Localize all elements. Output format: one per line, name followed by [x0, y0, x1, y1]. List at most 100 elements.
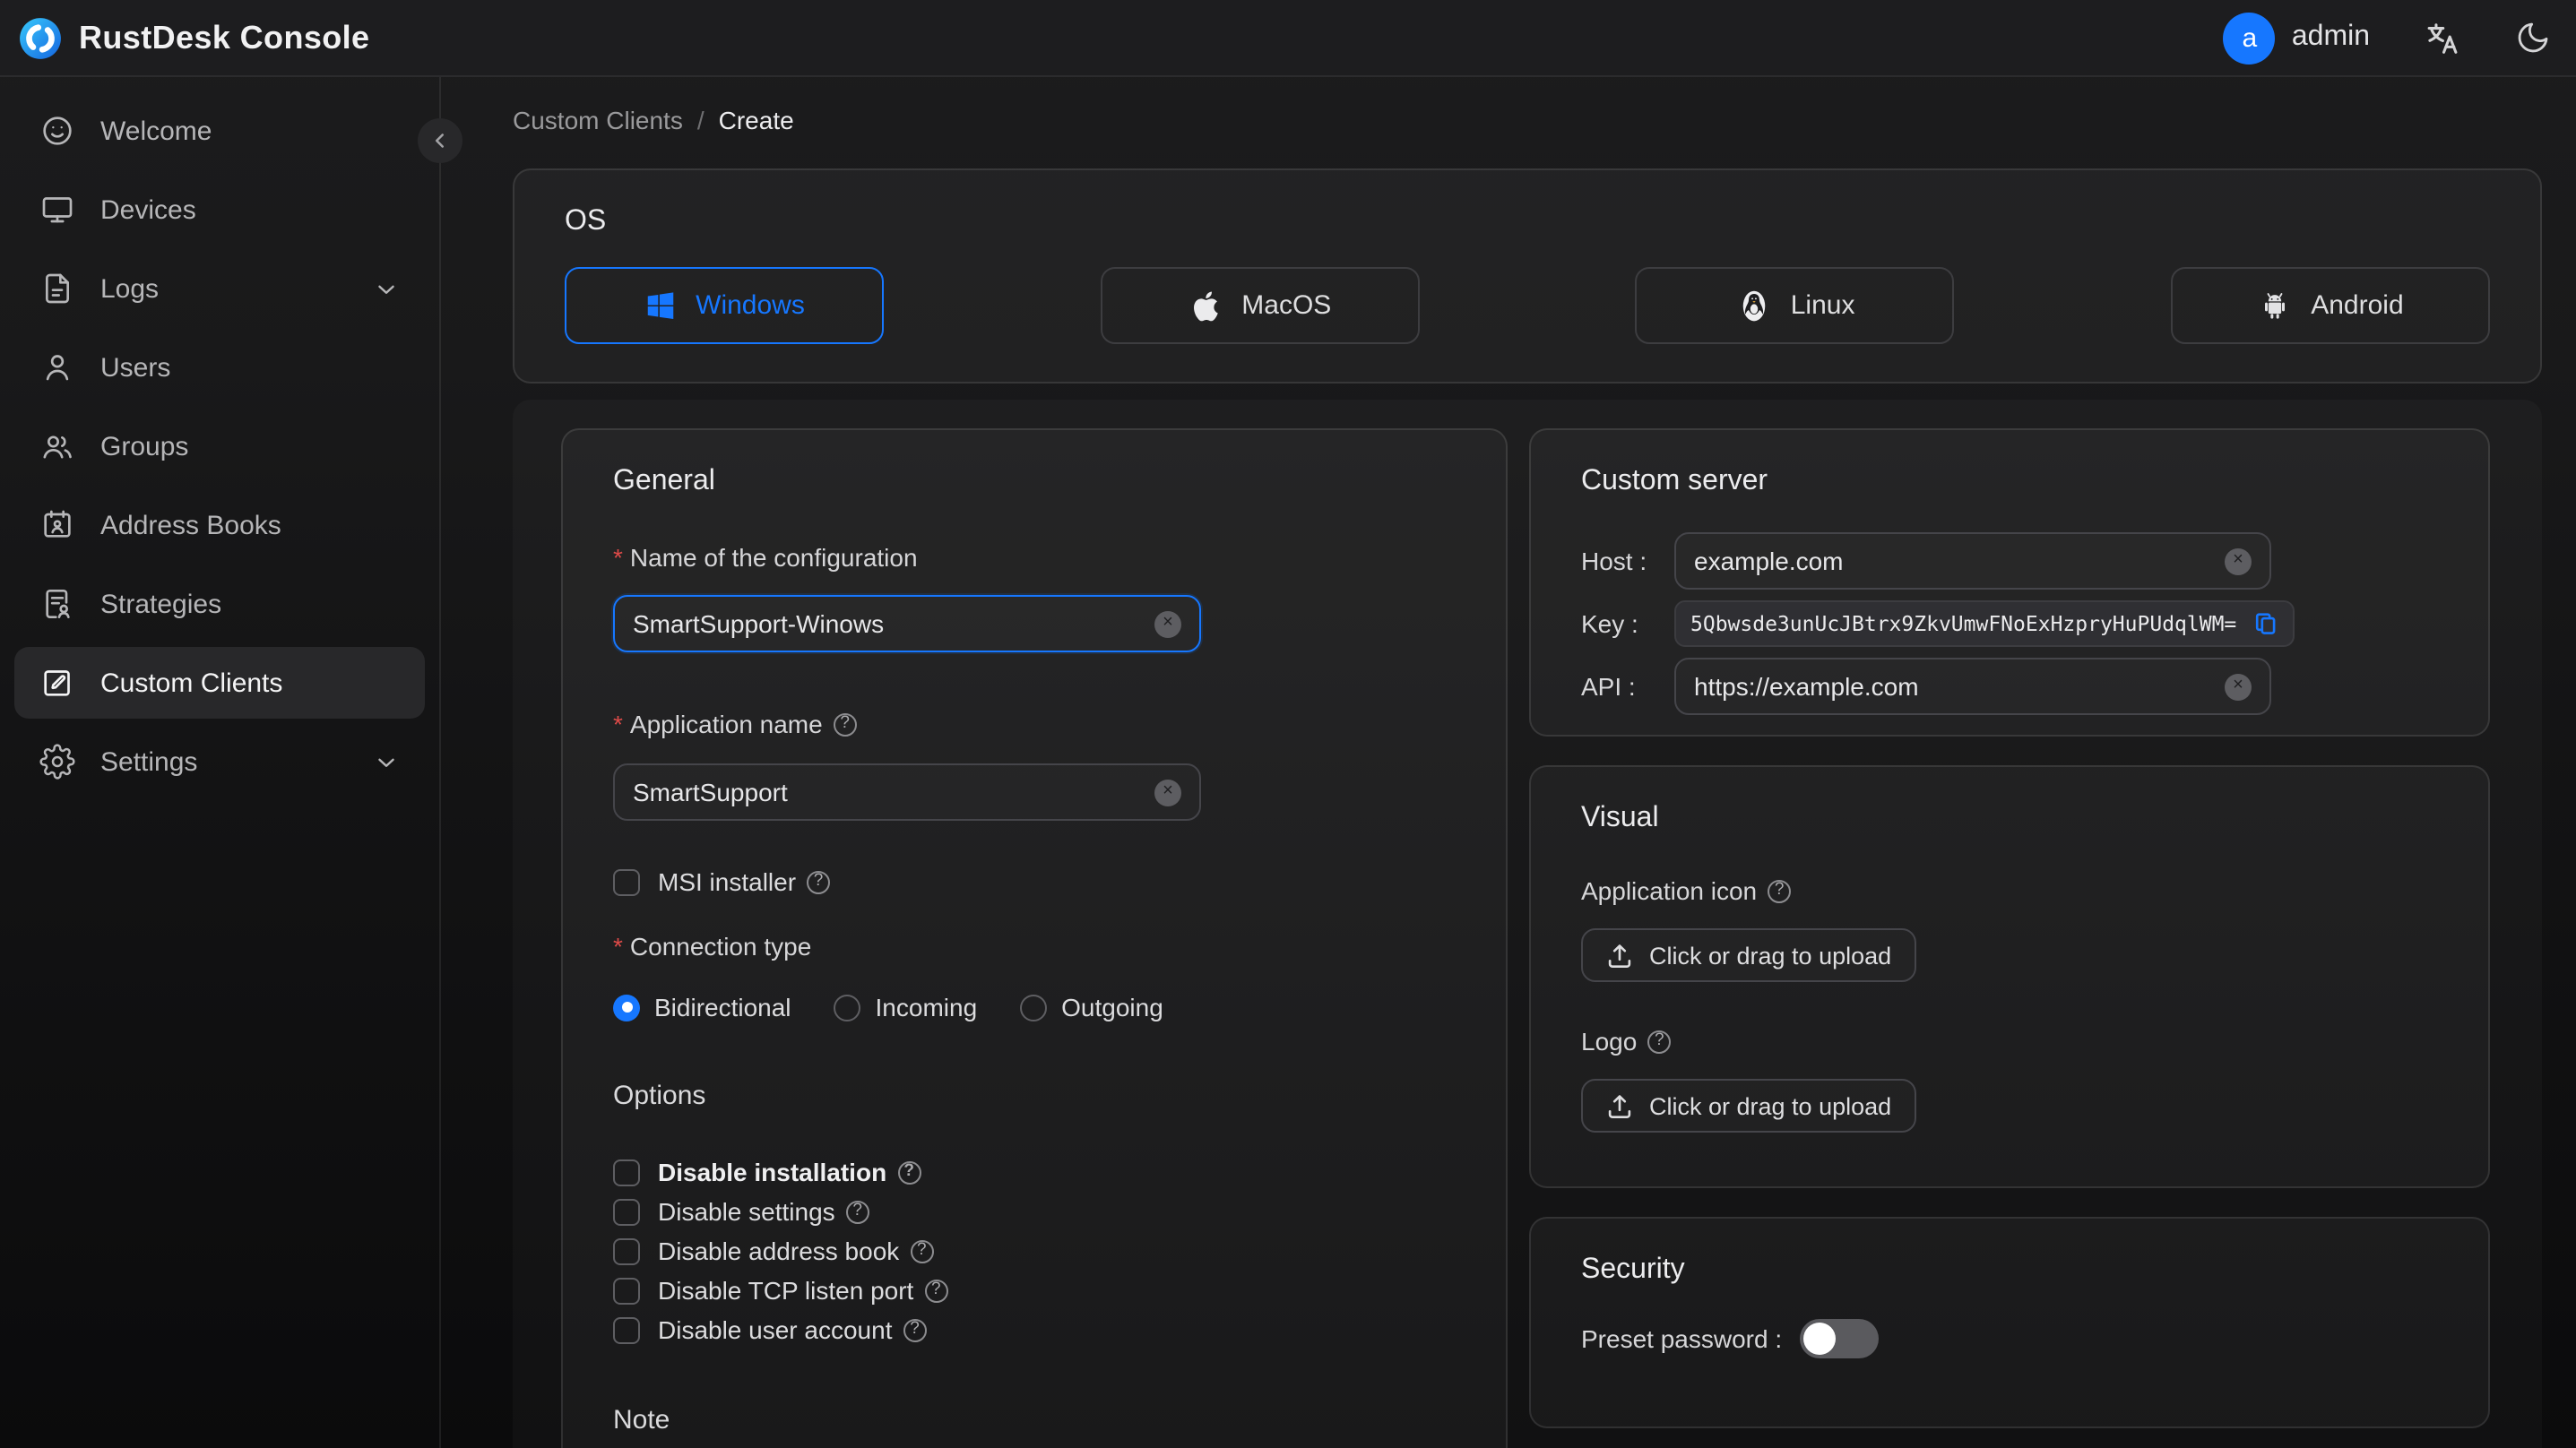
apple-logo-icon [1188, 288, 1223, 323]
msi-installer-label: MSI installer ? [658, 867, 831, 896]
address-book-icon [39, 507, 75, 543]
radio-outgoing[interactable]: Outgoing [1020, 993, 1163, 1021]
os-button-macos[interactable]: MacOS [1100, 267, 1420, 344]
edit-square-icon [39, 665, 75, 701]
sidebar-item-custom-clients[interactable]: Custom Clients [14, 647, 425, 719]
preset-password-row: Preset password : [1581, 1319, 2438, 1358]
app-header: RustDesk Console a admin [0, 0, 2576, 77]
rustdesk-logo-icon [18, 15, 63, 60]
sidebar-item-label: Groups [100, 431, 189, 461]
sidebar-item-label: Strategies [100, 589, 222, 619]
radio-incoming[interactable]: Incoming [834, 993, 977, 1021]
sidebar-item-settings[interactable]: Settings [14, 726, 425, 797]
config-panel: General * Name of the configuration × * … [513, 400, 2542, 1448]
os-button-windows[interactable]: Windows [565, 267, 884, 344]
sidebar-item-users[interactable]: Users [14, 332, 425, 403]
sidebar-item-devices[interactable]: Devices [14, 174, 425, 246]
os-section-title: OS [565, 206, 607, 237]
clear-icon[interactable]: × [2225, 673, 2252, 700]
config-name-input-field[interactable] [633, 609, 1140, 638]
key-row: Key : 5Qbwsde3unUcJBtrx9ZkvUmwFNoExHzpry… [1581, 600, 2438, 647]
right-column: Custom server Host : × Key : 5Qbwsde3unU… [1529, 428, 2490, 1428]
checkbox[interactable] [613, 1159, 640, 1185]
clear-icon[interactable]: × [2225, 547, 2252, 574]
application-icon-label: Application icon ? [1581, 875, 2438, 907]
dark-mode-moon-icon[interactable] [2515, 20, 2551, 56]
sidebar-item-label: Users [100, 352, 171, 383]
api-row: API : × [1581, 658, 2438, 715]
checkbox[interactable] [613, 1237, 640, 1264]
sidebar-item-strategies[interactable]: Strategies [14, 568, 425, 640]
smile-icon [39, 113, 75, 149]
checkbox[interactable] [613, 1198, 640, 1225]
host-label: Host : [1581, 547, 1647, 575]
sidebar-item-logs[interactable]: Logs [14, 253, 425, 324]
sidebar-item-label: Logs [100, 273, 160, 304]
logo-upload-button[interactable]: Click or drag to upload [1581, 1079, 1917, 1133]
chevron-down-icon [373, 748, 400, 775]
sidebar-item-label: Custom Clients [100, 668, 283, 698]
config-name-input[interactable]: × [613, 595, 1201, 652]
help-icon[interactable]: ? [845, 1200, 869, 1223]
sidebar-item-label: Settings [100, 746, 198, 777]
note-label: Note [613, 1405, 670, 1435]
radio-icon[interactable] [834, 994, 861, 1021]
help-icon[interactable]: ? [903, 1318, 927, 1341]
breadcrumb-separator: / [696, 106, 705, 134]
sidebar-item-welcome[interactable]: Welcome [14, 95, 425, 167]
sidebar-collapse-button[interactable] [418, 118, 462, 163]
custom-server-title: Custom server [1581, 466, 1768, 496]
os-button-linux[interactable]: Linux [1635, 267, 1955, 344]
copy-icon[interactable] [2253, 611, 2278, 636]
help-icon[interactable]: ? [833, 712, 857, 736]
host-input[interactable]: × [1674, 532, 2271, 590]
sidebar-item-label: Welcome [100, 116, 212, 146]
help-icon[interactable]: ? [1768, 879, 1792, 902]
radio-icon[interactable] [613, 994, 640, 1021]
translate-icon[interactable] [2424, 19, 2461, 56]
checkbox[interactable] [613, 1316, 640, 1343]
api-input[interactable]: × [1674, 658, 2271, 715]
api-input-field[interactable] [1694, 672, 2210, 701]
connection-type-label: * Connection type [613, 932, 812, 961]
sidebar-item-groups[interactable]: Groups [14, 410, 425, 482]
application-name-input-field[interactable] [633, 778, 1140, 806]
host-input-field[interactable] [1694, 547, 2210, 575]
application-name-label: * Application name ? [613, 708, 1456, 740]
help-icon[interactable]: ? [910, 1239, 934, 1263]
msi-installer-checkbox[interactable] [613, 868, 640, 895]
sidebar-item-label: Address Books [100, 510, 281, 540]
help-icon[interactable]: ? [807, 870, 831, 893]
clear-icon[interactable]: × [1154, 779, 1181, 806]
help-icon[interactable]: ? [897, 1160, 921, 1184]
help-icon[interactable]: ? [1647, 1030, 1672, 1053]
clear-icon[interactable]: × [1154, 610, 1181, 637]
linux-penguin-icon [1735, 287, 1773, 324]
rustdesk-console-app: RustDesk Console a admin Welcome Devices… [0, 0, 2576, 1448]
android-robot-icon [2257, 288, 2293, 323]
options-checkbox-list: Disable installation ? Disable settings … [613, 1158, 1456, 1344]
avatar[interactable]: a [2223, 12, 2276, 64]
username[interactable]: admin [2292, 22, 2370, 54]
strategy-document-icon [39, 586, 75, 622]
windows-logo-icon [644, 289, 678, 323]
options-label: Options [613, 1081, 706, 1111]
application-icon-upload-button[interactable]: Click or drag to upload [1581, 928, 1917, 982]
msi-installer-row: MSI installer ? [613, 867, 1456, 896]
upload-icon [1606, 942, 1633, 969]
os-options-row: Windows MacOS Linux Android [565, 267, 2490, 344]
breadcrumb-custom-clients[interactable]: Custom Clients [513, 106, 683, 134]
help-icon[interactable]: ? [924, 1279, 948, 1302]
custom-server-section: Custom server Host : × Key : 5Qbwsde3unU… [1529, 428, 2490, 737]
os-button-android[interactable]: Android [2170, 267, 2490, 344]
checkbox[interactable] [613, 1277, 640, 1304]
app-title: RustDesk Console [79, 19, 370, 55]
upload-icon [1606, 1092, 1633, 1119]
application-name-input[interactable]: × [613, 763, 1201, 821]
sidebar-item-address-books[interactable]: Address Books [14, 489, 425, 561]
user-icon [39, 349, 75, 385]
security-title: Security [1581, 1254, 1685, 1285]
radio-bidirectional[interactable]: Bidirectional [613, 993, 791, 1021]
radio-icon[interactable] [1020, 994, 1048, 1021]
preset-password-toggle[interactable] [1800, 1319, 1880, 1358]
